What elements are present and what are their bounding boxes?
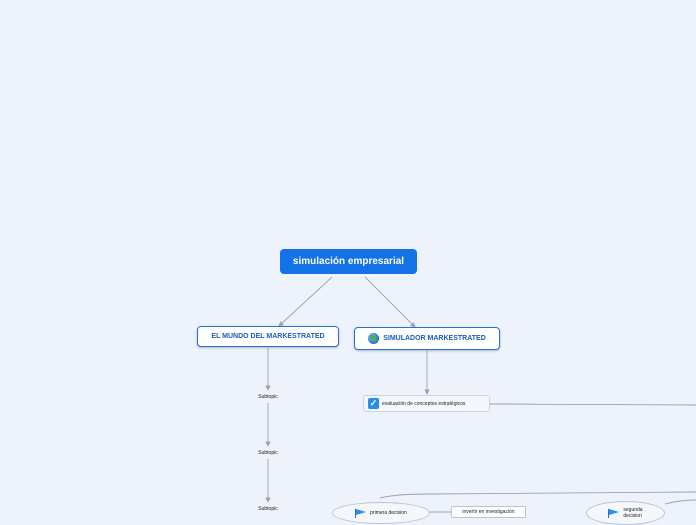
connector-second-decision-out	[664, 499, 696, 505]
subtopic-3[interactable]: Subtopic	[250, 503, 286, 514]
mind-map-canvas: simulación empresarial EL MUNDO DEL MARK…	[0, 0, 696, 525]
branch-mundo-label: EL MUNDO DEL MARKESTRATED	[211, 333, 325, 340]
subtopic-2-label: Subtopic	[258, 449, 278, 456]
second-decision-label: segunda decision	[623, 507, 642, 519]
evaluation-label: evaluación de conceptos estratégicos	[382, 400, 466, 407]
invest-research-label: invertir en investigación	[462, 509, 515, 515]
branch-mundo-markestrated[interactable]: EL MUNDO DEL MARKESTRATED	[197, 326, 339, 347]
connector-root-right	[364, 276, 416, 328]
subtopic-3-label: Subtopic	[258, 505, 278, 512]
root-topic-label: simulación empresarial	[292, 256, 405, 267]
evaluation-topic[interactable]: ✓ evaluación de conceptos estratégicos	[363, 395, 490, 412]
second-decision-topic[interactable]: segunda decision	[586, 501, 665, 525]
subtopic-1-label: Subtopic	[258, 393, 278, 400]
connector-root-left	[278, 276, 333, 327]
globe-icon	[368, 333, 380, 344]
root-topic[interactable]: simulación empresarial	[280, 249, 417, 274]
first-decision-topic[interactable]: primera decision	[332, 502, 430, 524]
flag-icon	[355, 508, 367, 518]
flag-icon	[608, 508, 620, 518]
branch-simulador-markestrated[interactable]: SIMULADOR MARKESTRATED	[354, 327, 500, 350]
invest-research-topic[interactable]: invertir en investigación	[451, 506, 526, 518]
branch-simulador-label: SIMULADOR MARKESTRATED	[383, 335, 486, 342]
second-decision-line-2: decision	[623, 513, 642, 519]
subtopic-1[interactable]: Subtopic	[250, 391, 286, 402]
connector-evaluation-out	[490, 403, 696, 406]
subtopic-2[interactable]: Subtopic	[250, 447, 286, 458]
checkbox-checked-icon: ✓	[368, 398, 379, 409]
connector-decisions-bus	[379, 491, 696, 499]
first-decision-label: primera decision	[370, 510, 407, 516]
